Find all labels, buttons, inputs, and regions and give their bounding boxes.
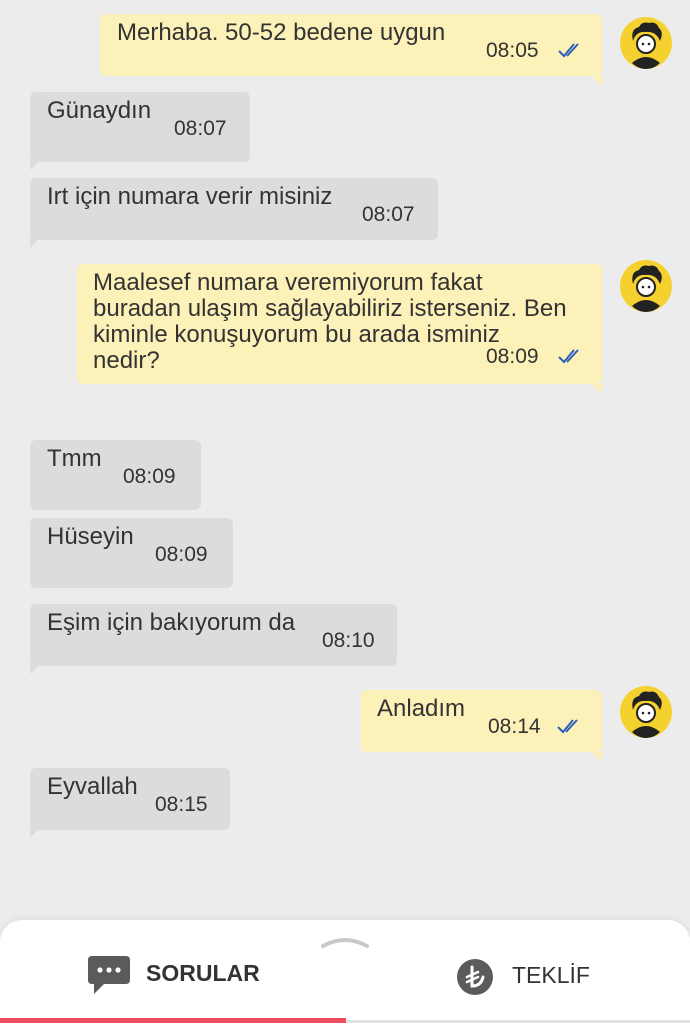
- message-bubble[interactable]: Tmm 08:09: [30, 440, 201, 510]
- message-line: Maalesef numara veremiyorum fakat: [93, 269, 483, 296]
- message-time: 08:14: [488, 715, 541, 738]
- message-bubble[interactable]: Maalesef numara veremiyorum fakat burada…: [77, 264, 602, 384]
- lira-coin-icon: [457, 959, 493, 995]
- bubble-tail: [30, 160, 40, 170]
- message-text: Merhaba. 50-52 bedene uygun: [117, 19, 446, 46]
- read-ticks-icon: [558, 349, 579, 364]
- avatar[interactable]: [620, 686, 672, 738]
- message-bubble[interactable]: Eyvallah 08:15: [30, 768, 230, 830]
- message-time: 08:15: [155, 793, 208, 816]
- message-text: Anladım: [377, 695, 466, 722]
- message-bubble[interactable]: Merhaba. 50-52 bedene uygun 08:05: [100, 14, 602, 76]
- tab-label: TEKLİF: [512, 962, 590, 988]
- message-line: buradan ulaşım sağlayabiliriz isterseniz…: [93, 295, 567, 322]
- tab-divider: [346, 1020, 690, 1023]
- tab-questions[interactable]: SORULAR: [0, 954, 346, 1006]
- message-time: 08:10: [322, 629, 375, 652]
- message-bubble[interactable]: Irt için numara verir misiniz 08:07: [30, 178, 438, 240]
- message-time: 08:09: [155, 543, 208, 566]
- bubble-tail: [592, 752, 602, 762]
- message-text: Tmm: [47, 445, 102, 472]
- tab-offer[interactable]: TEKLİF: [346, 954, 690, 1006]
- message-bubble[interactable]: Eşim için bakıyorum da 08:10: [30, 604, 397, 666]
- avatar[interactable]: [620, 260, 672, 312]
- message-text: Eyvallah: [47, 773, 138, 800]
- bubble-tail: [592, 76, 602, 86]
- message-text: Günaydın: [47, 97, 152, 124]
- bubble-tail: [30, 664, 40, 674]
- chat-bubble-icon: [88, 956, 130, 994]
- message-bubble[interactable]: Günaydın 08:07: [30, 92, 250, 162]
- message-text: Irt için numara verir misiniz: [47, 183, 333, 210]
- chat-thread[interactable]: Merhaba. 50-52 bedene uygun 08:05 Günayd…: [0, 0, 690, 920]
- read-ticks-icon: [558, 43, 579, 58]
- tab-label: SORULAR: [146, 960, 260, 986]
- message-time: 08:05: [486, 39, 539, 62]
- bubble-tail: [30, 828, 40, 838]
- message-text: Eşim için bakıyorum da: [47, 609, 296, 636]
- drawer-handle-icon[interactable]: [321, 936, 369, 948]
- message-bubble[interactable]: Hüseyin 08:09: [30, 518, 233, 588]
- avatar[interactable]: [620, 17, 672, 69]
- message-time: 08:09: [123, 465, 176, 488]
- read-ticks-icon: [557, 719, 578, 734]
- active-tab-indicator: [0, 1018, 346, 1023]
- message-bubble[interactable]: Anladım 08:14: [361, 690, 602, 752]
- bubble-tail: [592, 384, 602, 394]
- message-time: 08:07: [362, 203, 415, 226]
- message-time: 08:07: [174, 117, 227, 140]
- bubble-tail: [30, 238, 40, 248]
- message-text: Hüseyin: [47, 523, 134, 550]
- bottom-tab-bar: SORULAR TEKLİF: [0, 920, 690, 1028]
- message-time: 08:09: [486, 345, 539, 368]
